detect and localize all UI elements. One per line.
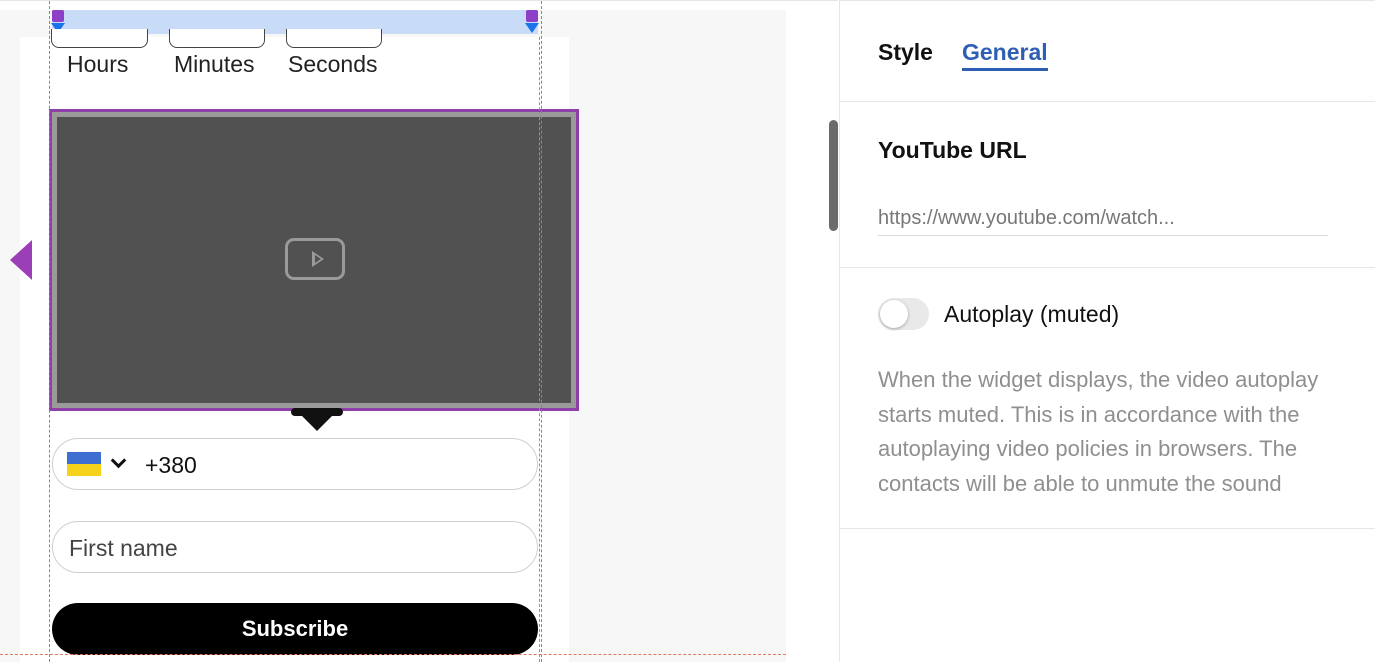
countdown-seconds-label: Seconds xyxy=(288,51,378,77)
dial-code: +380 xyxy=(145,452,197,478)
ukraine-flag-icon[interactable] xyxy=(67,452,101,476)
toggle-knob xyxy=(880,300,908,328)
divider xyxy=(840,267,1375,268)
seconds-box xyxy=(286,29,382,48)
minutes-box xyxy=(169,29,265,48)
video-placeholder xyxy=(57,117,571,403)
chevron-down-icon[interactable] xyxy=(110,452,127,469)
play-icon xyxy=(285,238,345,280)
subscribe-button[interactable]: Subscribe xyxy=(52,603,538,655)
tab-general[interactable]: General xyxy=(962,39,1048,71)
guide-right xyxy=(541,1,542,662)
resize-handle-top-left[interactable] xyxy=(52,10,64,22)
phone-field[interactable]: +380 xyxy=(52,438,538,490)
settings-panel: Style General YouTube URL Autoplay (mute… xyxy=(839,0,1375,662)
divider xyxy=(840,101,1375,102)
collapse-left-arrow-icon[interactable] xyxy=(10,240,32,280)
drag-marker-right-icon[interactable] xyxy=(525,23,539,33)
youtube-url-input[interactable] xyxy=(878,201,1328,236)
guide-bottom xyxy=(0,654,786,655)
toolbar-arrow-icon xyxy=(300,414,334,431)
guide-red-vertical xyxy=(539,37,540,662)
editor-canvas: Hours Minutes Seconds +380 First name Su… xyxy=(0,0,838,662)
countdown-minutes-label: Minutes xyxy=(174,51,255,77)
autoplay-help-text: When the widget displays, the video auto… xyxy=(878,367,1319,496)
divider xyxy=(840,528,1375,529)
canvas-scrollbar[interactable] xyxy=(829,120,838,231)
youtube-video-block[interactable] xyxy=(49,109,579,411)
autoplay-toggle[interactable] xyxy=(878,298,929,330)
autoplay-label: Autoplay (muted) xyxy=(944,301,1120,327)
resize-handle-top-right[interactable] xyxy=(526,10,538,22)
first-name-field[interactable]: First name xyxy=(52,521,538,573)
tab-style[interactable]: Style xyxy=(878,39,933,66)
first-name-placeholder: First name xyxy=(69,535,178,561)
youtube-url-title: YouTube URL xyxy=(878,137,1027,163)
guide-left xyxy=(49,1,50,662)
countdown-hours-label: Hours xyxy=(67,51,129,77)
hours-box xyxy=(51,29,148,48)
